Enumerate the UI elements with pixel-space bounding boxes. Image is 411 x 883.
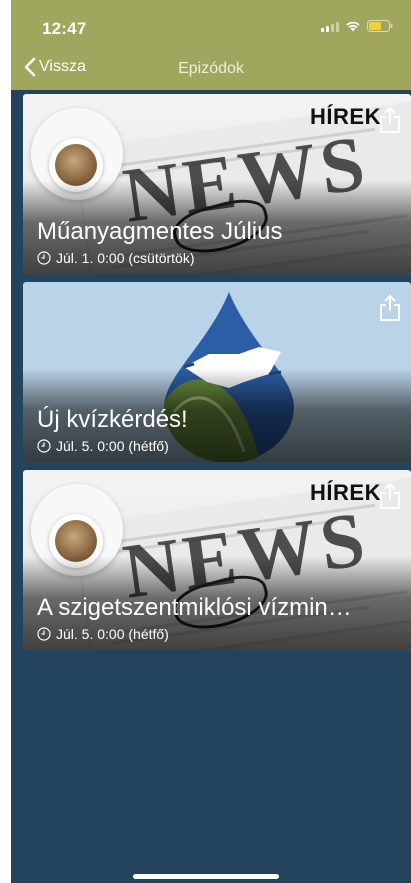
share-icon xyxy=(380,294,400,321)
clock-icon xyxy=(37,251,51,265)
episode-date: Júl. 5. 0:00 (hétfő) xyxy=(37,626,169,642)
status-icons xyxy=(321,20,393,32)
wifi-icon xyxy=(345,20,361,32)
status-time: 12:47 xyxy=(42,19,87,38)
share-icon xyxy=(380,482,400,509)
episode-title: Új kvízkérdés! xyxy=(37,406,188,433)
share-button[interactable] xyxy=(379,106,401,139)
news-badge: HÍREK xyxy=(310,104,381,129)
episode-date: Júl. 5. 0:00 (hétfő) xyxy=(37,438,169,454)
episode-date-text: Júl. 5. 0:00 (hétfő) xyxy=(56,626,169,642)
episode-title: A szigetszentmiklósi vízmin… xyxy=(37,594,352,621)
signal-icon xyxy=(321,21,339,32)
page-title: Epizódok xyxy=(178,60,244,77)
episode-date-text: Júl. 5. 0:00 (hétfő) xyxy=(56,438,169,454)
clock-icon xyxy=(37,439,51,453)
share-button[interactable] xyxy=(379,294,401,327)
episode-card[interactable]: NEWS HÍREK Műanyagmentes Július Júl. 1. … xyxy=(23,94,411,274)
episode-date-text: Júl. 1. 0:00 (csütörtök) xyxy=(56,250,195,266)
battery-icon xyxy=(367,20,393,32)
app-screen: 12:47 Vissza Epizódok NEWS HÍREK Műanyag… xyxy=(11,0,411,883)
episode-title: Műanyagmentes Július xyxy=(37,218,283,245)
episode-list: NEWS HÍREK Műanyagmentes Július Júl. 1. … xyxy=(23,94,411,658)
share-button[interactable] xyxy=(379,482,401,515)
home-indicator[interactable] xyxy=(133,874,279,879)
share-icon xyxy=(380,106,400,133)
episode-card[interactable]: NEWS HÍREK A szigetszentmiklósi vízmin… … xyxy=(23,470,411,650)
episode-date: Júl. 1. 0:00 (csütörtök) xyxy=(37,250,195,266)
navigation-bar: 12:47 Vissza Epizódok xyxy=(11,0,411,90)
news-badge: HÍREK xyxy=(310,480,381,505)
episode-card[interactable]: Új kvízkérdés! Júl. 5. 0:00 (hétfő) xyxy=(23,282,411,462)
clock-icon xyxy=(37,627,51,641)
